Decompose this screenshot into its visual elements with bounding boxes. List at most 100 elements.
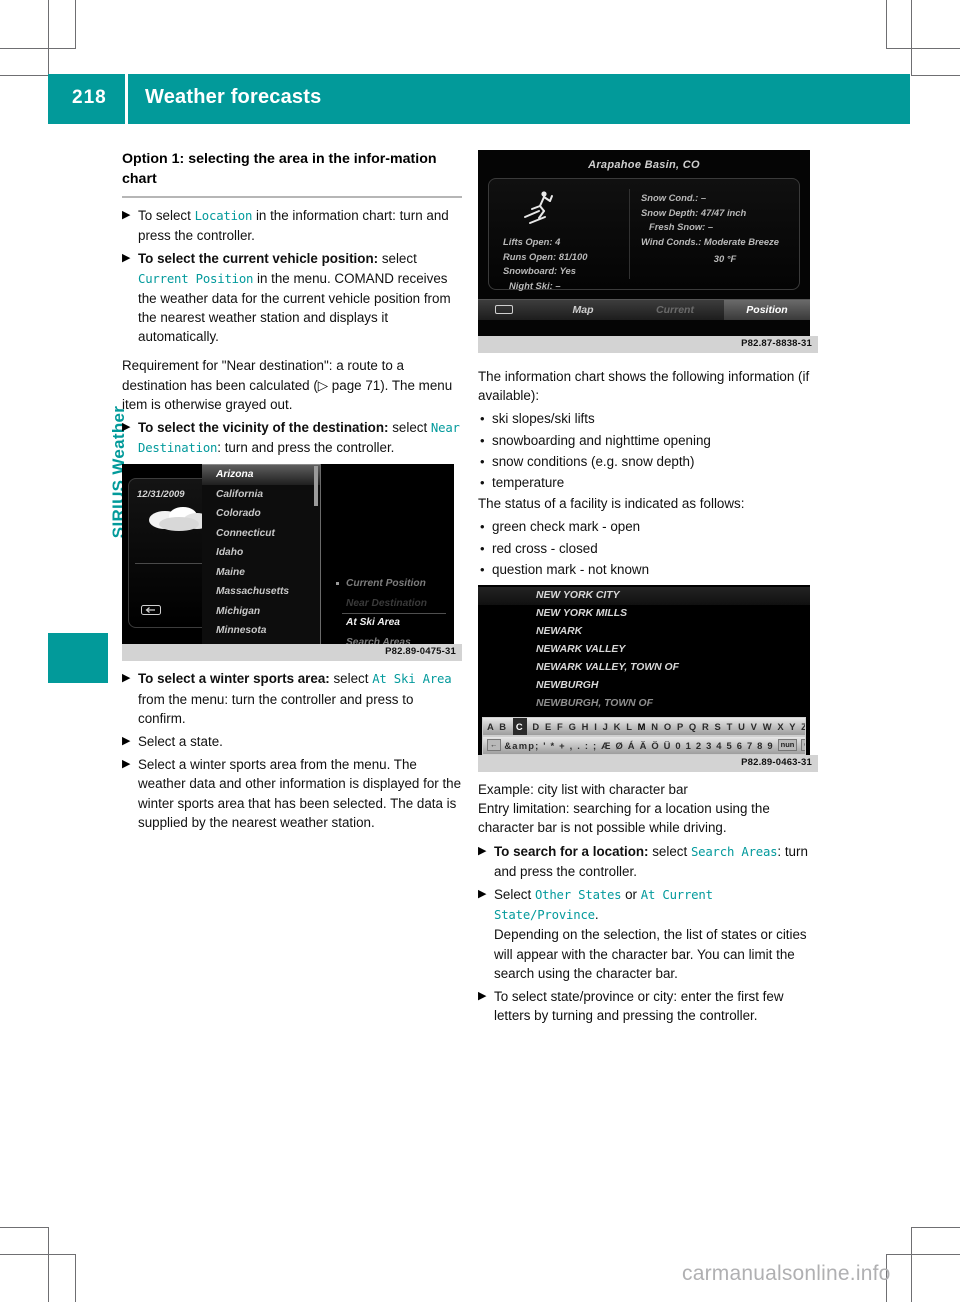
menu-divider xyxy=(342,613,446,615)
ski-stat-wind-conds: Wind Conds.: Moderate Breeze xyxy=(641,235,779,247)
city-list-item[interactable]: NEWARK xyxy=(478,623,810,641)
crop-mark-top-right-v2 xyxy=(911,0,912,75)
crop-mark-bottom-right-v2 xyxy=(911,1227,912,1302)
state-list-item[interactable]: Colorado xyxy=(202,504,320,524)
step-marker-icon: ▶ xyxy=(122,209,131,221)
ski-stat-fresh-snow: Fresh Snow: – xyxy=(649,221,714,232)
step-marker-icon: ▶ xyxy=(122,735,131,748)
character-bar-letters[interactable]: A B C D E F G H I J K L M N O P Q R S T … xyxy=(482,717,806,737)
page-number: 218 xyxy=(72,87,107,108)
step-current-vehicle-position: ▶ To select the current vehicle position… xyxy=(122,249,462,346)
information-chart-card: Lifts Open: 4 Runs Open: 81/100 Snowboar… xyxy=(488,178,800,291)
position-button[interactable]: Position xyxy=(724,300,810,320)
back-button[interactable] xyxy=(482,300,526,320)
state-list-item[interactable]: Massachusetts xyxy=(202,582,320,602)
status-bullet: • question mark - not known xyxy=(478,560,818,579)
back-key-icon[interactable]: ← xyxy=(487,739,501,752)
nums-key-icon[interactable]: nun xyxy=(777,739,798,752)
info-bullet: • ski slopes/ski lifts xyxy=(478,409,818,428)
state-list-item[interactable]: Minnesota xyxy=(202,621,320,641)
step-marker-icon: ▶ xyxy=(478,888,487,901)
charbar-letters-mid: D E F G H I J K L xyxy=(532,721,634,733)
right-text-column: Arapahoe Basin, CO Lifts Open: 4 Runs Op… xyxy=(478,150,818,1029)
info-bullet: • snow conditions (e.g. snow depth) xyxy=(478,452,818,471)
info-bullet: • snowboarding and nighttime opening xyxy=(478,431,818,450)
city-list[interactable]: NEW YORK CITY NEW YORK MILLS NEWARK NEWA… xyxy=(478,587,810,713)
city-list-item[interactable]: NEWBURGH, TOWN OF xyxy=(478,695,810,713)
crop-mark-top-right-h1 xyxy=(886,48,960,49)
charbar-letters-pre: A B xyxy=(487,721,508,733)
bullet-text: red cross - closed xyxy=(492,540,598,556)
step-text-post: from the menu: turn the controller and p… xyxy=(138,691,414,726)
step-select-area-from-menu: ▶ Select a winter sports area from the m… xyxy=(122,755,462,832)
figure-state-list: 12/31/2009 Arizona California Colorado C… xyxy=(122,464,462,662)
scrollbar-thumb[interactable] xyxy=(314,466,318,507)
back-icon[interactable] xyxy=(141,605,161,616)
step-marker-icon: ▶ xyxy=(122,252,131,265)
step-text-pre: select xyxy=(378,251,417,267)
state-list-item-selected[interactable]: Arizona xyxy=(202,464,320,485)
requirement-paragraph: Requirement for "Near destination": a ro… xyxy=(122,358,453,412)
ski-stat-snow-cond: Snow Cond.: – xyxy=(641,192,707,203)
city-list-item[interactable]: NEW YORK CITY xyxy=(478,587,810,606)
menu-item-search-areas[interactable]: Search Areas xyxy=(328,633,454,645)
crop-mark-top-left-v2 xyxy=(75,0,76,48)
comand-button-bar: Map Current Position xyxy=(478,299,810,320)
command-search-areas: Search Areas xyxy=(690,844,778,859)
step-text-pre: To select xyxy=(138,208,195,223)
step-search-location: ▶ To search for a location: select Searc… xyxy=(478,842,818,881)
location-source-menu[interactable]: Current Position Near Destination At Ski… xyxy=(328,464,454,644)
command-location: Location xyxy=(194,209,253,223)
crop-mark-bottom-left-v1 xyxy=(48,1227,49,1302)
charbar-letters-tail: N O P Q R S T U V W X Y Z xyxy=(651,721,806,733)
step-text-post: . xyxy=(594,907,599,923)
city-list-item[interactable]: NEWARK VALLEY xyxy=(478,641,810,659)
left-text-column: Option 1: selecting the area in the info… xyxy=(122,150,462,836)
step-text-pre: select xyxy=(388,420,431,436)
subheading-rule xyxy=(122,196,462,198)
bullet-text: question mark - not known xyxy=(492,561,650,577)
bullet-text: ski slopes/ski lifts xyxy=(492,411,595,427)
back-icon xyxy=(495,305,513,314)
state-list-item[interactable]: Idaho xyxy=(202,543,320,563)
bullet-text: snow conditions (e.g. snow depth) xyxy=(492,453,695,469)
bullet-icon: • xyxy=(480,561,485,577)
map-button[interactable]: Map xyxy=(538,300,628,320)
clear-key-icon[interactable]: CLR xyxy=(801,739,805,752)
charbar-bold-letter[interactable]: M xyxy=(638,721,647,732)
state-list-item[interactable]: Connecticut xyxy=(202,524,320,544)
figure-city-list: NEW YORK CITY NEW YORK MILLS NEWARK NEWA… xyxy=(478,585,818,773)
city-list-item[interactable]: NEWARK VALLEY, TOWN OF xyxy=(478,659,810,677)
step-text-mid: or xyxy=(621,887,641,903)
city-list-item[interactable]: NEWBURGH xyxy=(478,677,810,695)
step-text-pre: select xyxy=(648,843,691,859)
bullet-icon: • xyxy=(480,475,485,491)
current-button[interactable]: Current xyxy=(630,300,720,320)
menu-item-current-position[interactable]: Current Position xyxy=(328,574,454,594)
comand-screen-ski-chart: Arapahoe Basin, CO Lifts Open: 4 Runs Op… xyxy=(478,150,810,336)
charbar-selected-letter[interactable]: C xyxy=(512,718,528,736)
step-select-other-states: ▶ Select Other States or At Current Stat… xyxy=(478,885,818,983)
crop-mark-top-left-h2 xyxy=(0,75,49,76)
crop-mark-bottom-right-h1 xyxy=(886,1254,960,1255)
charbar-symbols: &amp; ' * + , . : ; Æ Ø Á Ä Ö Ü 0 1 2 3 … xyxy=(504,740,774,752)
status-intro: The status of a facility is indicated as… xyxy=(478,496,745,512)
state-list-item[interactable]: Maine xyxy=(202,563,320,583)
page-title: Weather forecasts xyxy=(145,86,322,108)
crop-mark-top-left-v1 xyxy=(48,0,49,75)
state-list[interactable]: Arizona California Colorado Connecticut … xyxy=(202,464,321,645)
figure-caption-example: Example: city list with character bar xyxy=(478,782,688,798)
crop-mark-bottom-left-v2 xyxy=(75,1254,76,1302)
bullet-icon: • xyxy=(480,411,485,427)
city-list-item[interactable]: NEW YORK MILLS xyxy=(478,605,810,623)
step-select-state: ▶ Select a state. xyxy=(122,732,462,751)
step-text: To select state/province or city: enter … xyxy=(494,989,784,1024)
state-list-item[interactable]: California xyxy=(202,485,320,505)
bullet-icon: • xyxy=(480,432,485,448)
step-select-location: ▶ To select Location in the information … xyxy=(122,206,462,245)
character-bar-symbols[interactable]: ← &amp; ' * + , . : ; Æ Ø Á Ä Ö Ü 0 1 2 … xyxy=(482,736,806,756)
page-header-band: 218 Weather forecasts xyxy=(48,74,910,124)
info-bullet: • temperature xyxy=(478,473,818,492)
state-list-item[interactable]: Michigan xyxy=(202,602,320,622)
menu-item-at-ski-area[interactable]: At Ski Area xyxy=(328,613,454,633)
